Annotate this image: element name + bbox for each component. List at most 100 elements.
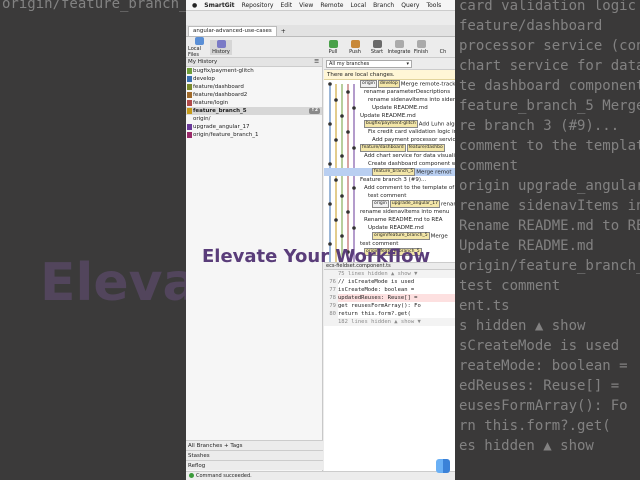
bg-right-text: re branch 3 (#9)...	[459, 118, 620, 134]
commit-message: Merge remote-tracking bra	[400, 81, 455, 88]
line-number: 79	[324, 302, 338, 310]
branch-label: feature/dashboard2	[193, 92, 248, 98]
commit-row[interactable]: origindevelopMerge remote-tracking bra	[324, 80, 455, 88]
diff-line: 80 return this.form?.get(	[324, 310, 455, 318]
commit-row[interactable]: rename sidenavItems into sidenavItems	[324, 96, 455, 104]
branch-label: feature/dashboard	[193, 84, 244, 90]
history-label: History	[212, 48, 230, 55]
menu-local[interactable]: Local	[351, 2, 367, 9]
ref-label: feature/dashboard	[360, 144, 406, 152]
hidden-lines-row[interactable]: 182 lines hidden ▲ show ▼	[324, 318, 455, 326]
finish-button[interactable]: Finish	[410, 39, 432, 55]
commit-graph: origindevelopMerge remote-tracking brare…	[324, 80, 455, 262]
branches-panel: My History ☰ bugfix/payment-glitch develop…	[186, 58, 323, 480]
commit-message: Rename README.md to REA	[364, 217, 443, 223]
more-button[interactable]: Ch	[432, 39, 454, 55]
commit-message: rename	[441, 201, 455, 208]
commit-row[interactable]: bugfix/payment-glitch Add Luhn algo	[324, 120, 455, 128]
diff-code: get reusesFormArray(): Fo	[338, 303, 421, 309]
line-number: 78	[324, 294, 338, 302]
branch-color-swatch	[187, 108, 192, 114]
branch-color-swatch	[187, 124, 192, 130]
apple-icon[interactable]: ●	[192, 2, 197, 9]
branch-item[interactable]: feature_branch_5 ↑2	[186, 107, 322, 115]
menu-edit[interactable]: Edit	[280, 2, 292, 9]
menu-remote[interactable]: Remote	[320, 2, 343, 9]
commit-row[interactable]: test comment	[324, 192, 455, 200]
stashes-section[interactable]: Stashes	[186, 450, 323, 460]
commit-row[interactable]: Update README.md	[324, 112, 455, 120]
commit-row[interactable]: Update README.md	[324, 224, 455, 232]
commit-row[interactable]: Rename README.md to REA	[324, 216, 455, 224]
commit-row[interactable]: Fix credit card validation logic in paym	[324, 128, 455, 136]
menu-query[interactable]: Query	[401, 2, 419, 9]
branch-item[interactable]: upgrade_angular_17	[186, 123, 322, 131]
bg-right-text: feature/dashboard	[459, 18, 603, 34]
diff-line: 78 updatedReuses: Reuse[] =	[324, 294, 455, 302]
local-changes-notice[interactable]: There are local changes.	[324, 70, 455, 80]
ref-label: origin	[360, 80, 377, 88]
diff-line: 76// isCreateMode is used	[324, 278, 455, 286]
branch-filter-select[interactable]: All my branches	[326, 59, 412, 68]
commit-row[interactable]: feature_branch_5 Merge remot	[324, 168, 455, 176]
branch-item[interactable]: feature/dashboard	[186, 83, 322, 91]
finder-icon[interactable]	[436, 459, 450, 473]
menu-view[interactable]: View	[299, 2, 313, 9]
all-branches-section[interactable]: All Branches + Tags	[186, 440, 323, 450]
commit-row[interactable]: rename parameterDescriptions	[324, 88, 455, 96]
branch-item[interactable]: origin/feature_branch_1	[186, 131, 322, 139]
hidden-lines-row[interactable]: 75 lines hidden ▲ show ▼	[324, 270, 455, 278]
local-files-button[interactable]: Local Files	[188, 36, 210, 58]
commit-row[interactable]: Create dashboard component with	[324, 160, 455, 168]
menu-branch[interactable]: Branch	[373, 2, 394, 9]
overlay-caption: Elevate Your Workflow	[202, 246, 431, 267]
pull-icon	[328, 39, 338, 48]
finish-icon	[416, 39, 426, 48]
bg-right-text: processor service (con	[459, 38, 640, 54]
bg-right-text: origin upgrade_angular_17	[459, 178, 640, 194]
branch-label: develop	[193, 76, 215, 82]
commit-row[interactable]: Add comment to the template of the	[324, 184, 455, 192]
local-files-label: Local Files	[188, 45, 201, 58]
commit-row[interactable]: feature/dashboard feature/dashbo	[324, 144, 455, 152]
branch-item[interactable]: origin/	[186, 115, 322, 123]
diff-line: 77 isCreateMode: boolean =	[324, 286, 455, 294]
ref-label: feature_branch_5	[372, 168, 416, 176]
branch-item[interactable]: feature/login	[186, 99, 322, 107]
commit-message: Update README.md	[372, 105, 428, 111]
pull-button[interactable]: Pull	[322, 39, 344, 55]
branch-item[interactable]: feature/dashboard2	[186, 91, 322, 99]
commit-row[interactable]: originupgrade_angular_17rename	[324, 200, 455, 208]
bg-left-text: origin/feature_branch_1	[2, 0, 196, 12]
menu-icon[interactable]: ☰	[314, 58, 319, 66]
reflog-section[interactable]: Reflog	[186, 460, 323, 470]
commit-row[interactable]: Update README.md	[324, 104, 455, 112]
start-button[interactable]: Start	[366, 39, 388, 55]
branch-color-swatch	[187, 76, 192, 82]
integrate-label: Integrate	[387, 48, 411, 55]
commit-message: Update README.md	[360, 113, 416, 119]
branch-item[interactable]: develop	[186, 75, 322, 83]
diff-code: 75 lines hidden ▲ show ▼	[338, 271, 418, 277]
commit-row[interactable]: Add chart service for data visualiz	[324, 152, 455, 160]
bg-right-text: s hidden ▲ show	[459, 318, 586, 334]
branch-item[interactable]: bugfix/payment-glitch	[186, 67, 322, 75]
new-tab-button[interactable]: +	[277, 27, 290, 36]
branch-color-swatch	[187, 68, 192, 74]
integrate-button[interactable]: Integrate	[387, 39, 411, 55]
commit-row[interactable]: Feature branch 3 (#9)...	[324, 176, 455, 184]
push-button[interactable]: Push	[344, 39, 366, 55]
history-button[interactable]: History	[210, 39, 232, 55]
branch-color-swatch	[187, 132, 192, 138]
menu-repository[interactable]: Repository	[242, 2, 274, 9]
line-number: 77	[324, 286, 338, 294]
tab-repo[interactable]: angular-advanced-use-cases	[188, 26, 277, 36]
commit-row[interactable]: rename sidenavItems into menu	[324, 208, 455, 216]
menu-app[interactable]: SmartGit	[204, 2, 234, 9]
commit-row[interactable]: Add payment processor service (cont	[324, 136, 455, 144]
bg-right-text: rename sidenavItems into menu	[459, 198, 640, 214]
menu-tools[interactable]: Tools	[426, 2, 441, 9]
bg-right-text: test comment	[459, 278, 561, 294]
diff-view: 75 lines hidden ▲ show ▼ 76// isCreateMod…	[324, 270, 455, 330]
commit-row[interactable]: origin/feature_branch_5 Merge	[324, 232, 455, 240]
